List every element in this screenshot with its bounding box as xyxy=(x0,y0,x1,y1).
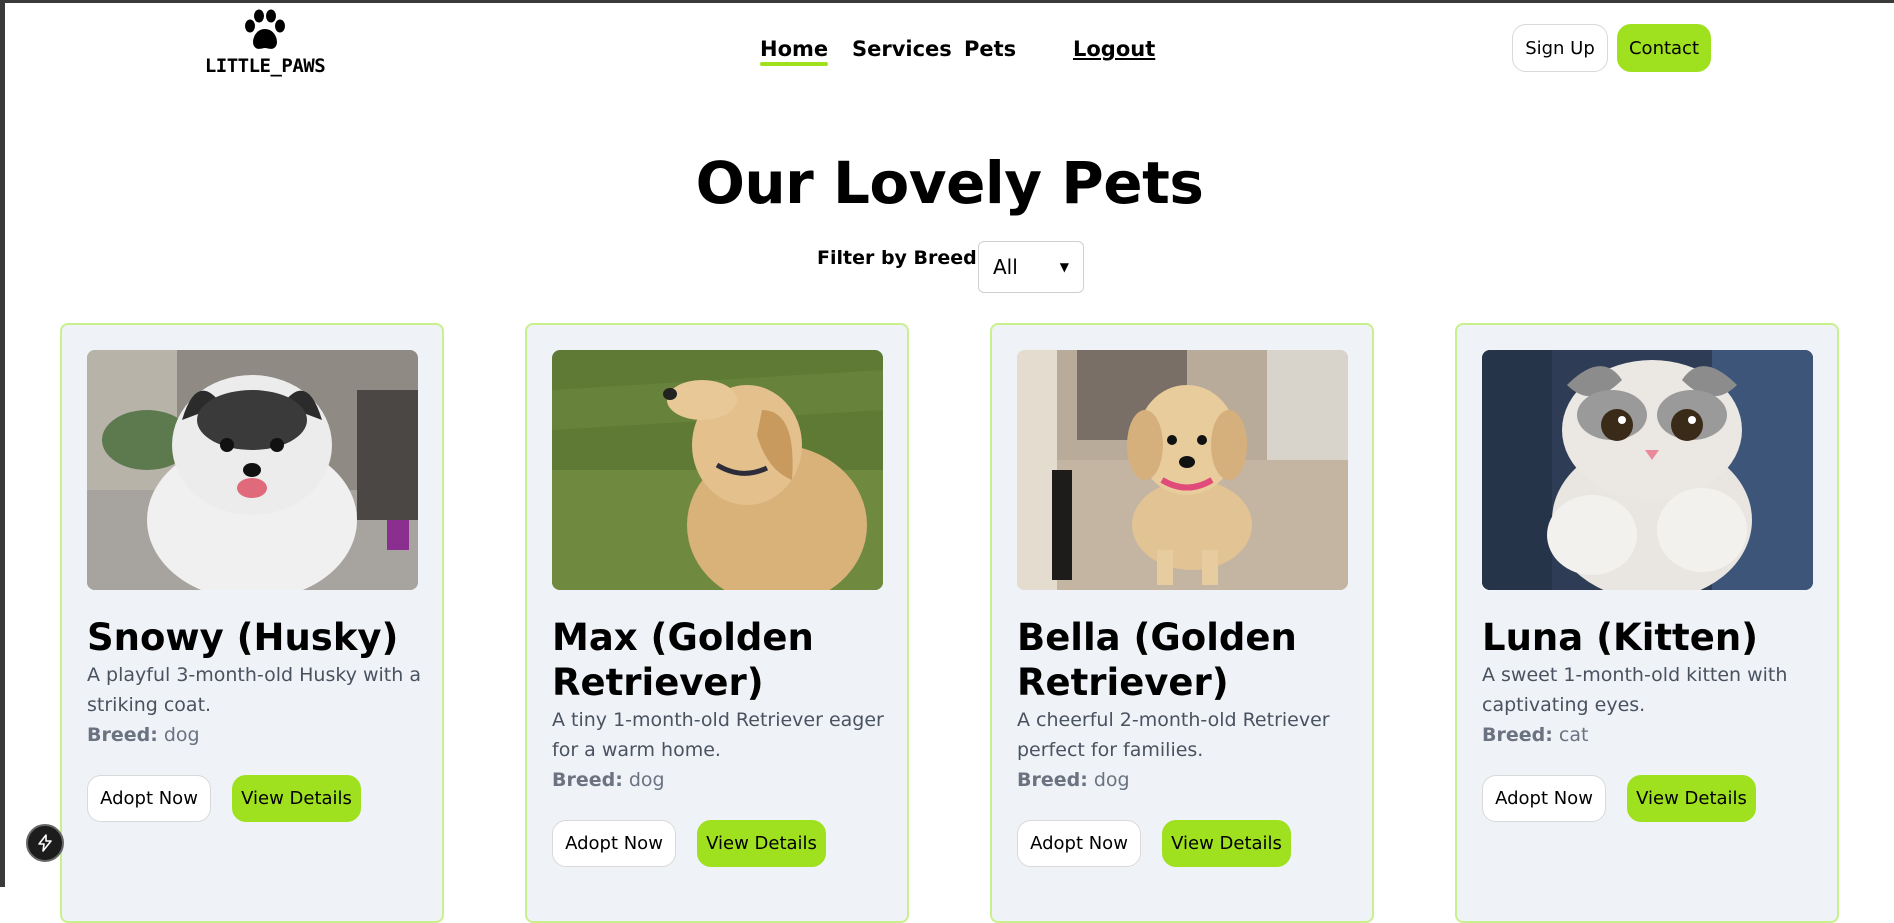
pet-description: A sweet 1-month-old kitten with captivat… xyxy=(1482,664,1788,716)
signup-button[interactable]: Sign Up xyxy=(1512,24,1608,72)
breed-label: Breed: xyxy=(1482,724,1553,746)
pet-photo xyxy=(1482,350,1813,590)
pet-photo xyxy=(552,350,883,590)
adopt-now-button[interactable]: Adopt Now xyxy=(1017,820,1141,867)
page-title: Our Lovely Pets xyxy=(695,149,1204,217)
pet-description: A playful 3-month-old Husky with a strik… xyxy=(87,664,421,716)
lightning-fab-button[interactable] xyxy=(26,824,64,862)
breed-filter-select[interactable]: All ▼ xyxy=(978,241,1084,293)
pet-card: Luna (Kitten) A sweet 1-month-old kitten… xyxy=(1455,323,1839,923)
breed-label: Breed: xyxy=(87,724,158,746)
nav-services[interactable]: Services xyxy=(852,37,952,61)
view-details-button[interactable]: View Details xyxy=(1627,775,1756,822)
brand-logo[interactable]: LITTLE_PAWS xyxy=(202,9,328,77)
pet-name: Max (Golden Retriever) xyxy=(552,616,814,704)
view-details-button[interactable]: View Details xyxy=(697,820,826,867)
view-details-button[interactable]: View Details xyxy=(1162,820,1291,867)
paw-icon xyxy=(245,9,285,49)
nav-home[interactable]: Home xyxy=(760,37,829,66)
pet-breed: Breed: cat xyxy=(1482,724,1588,746)
view-details-button[interactable]: View Details xyxy=(232,775,361,822)
pet-description: A tiny 1-month-old Retriever eager for a… xyxy=(552,709,884,761)
pet-name: Luna (Kitten) xyxy=(1482,616,1759,659)
breed-filter-value: All xyxy=(993,255,1018,279)
lightning-icon xyxy=(38,834,52,852)
brand-name: LITTLE_PAWS xyxy=(204,55,326,77)
site-header: LITTLE_PAWS Home Services Pets Logout Si… xyxy=(5,3,1894,98)
pet-photo xyxy=(1017,350,1348,590)
pet-name: Bella (Golden Retriever) xyxy=(1017,616,1297,704)
adopt-now-button[interactable]: Adopt Now xyxy=(1482,775,1606,822)
pet-breed: Breed: dog xyxy=(552,769,665,791)
chevron-down-icon: ▼ xyxy=(1059,260,1069,274)
breed-label: Breed: xyxy=(1017,769,1088,791)
pet-card: Bella (Golden Retriever) A cheerful 2-mo… xyxy=(990,323,1374,923)
breed-value: dog xyxy=(628,769,665,791)
pet-photo xyxy=(87,350,418,590)
pet-card: Max (Golden Retriever) A tiny 1-month-ol… xyxy=(525,323,909,923)
breed-value: dog xyxy=(1093,769,1130,791)
filter-label: Filter by Breed: xyxy=(817,247,985,269)
breed-label: Breed: xyxy=(552,769,623,791)
adopt-now-button[interactable]: Adopt Now xyxy=(552,820,676,867)
breed-value: cat xyxy=(1558,724,1589,746)
pet-breed: Breed: dog xyxy=(87,724,200,746)
pet-name: Snowy (Husky) xyxy=(87,616,399,659)
adopt-now-button[interactable]: Adopt Now xyxy=(87,775,211,822)
pet-description: A cheerful 2-month-old Retriever perfect… xyxy=(1017,709,1330,761)
contact-button[interactable]: Contact xyxy=(1617,24,1711,72)
nav-pets[interactable]: Pets xyxy=(964,37,1016,61)
pet-breed: Breed: dog xyxy=(1017,769,1130,791)
nav-logout[interactable]: Logout xyxy=(1073,37,1155,61)
pet-card: Snowy (Husky) A playful 3-month-old Husk… xyxy=(60,323,444,923)
breed-value: dog xyxy=(163,724,200,746)
